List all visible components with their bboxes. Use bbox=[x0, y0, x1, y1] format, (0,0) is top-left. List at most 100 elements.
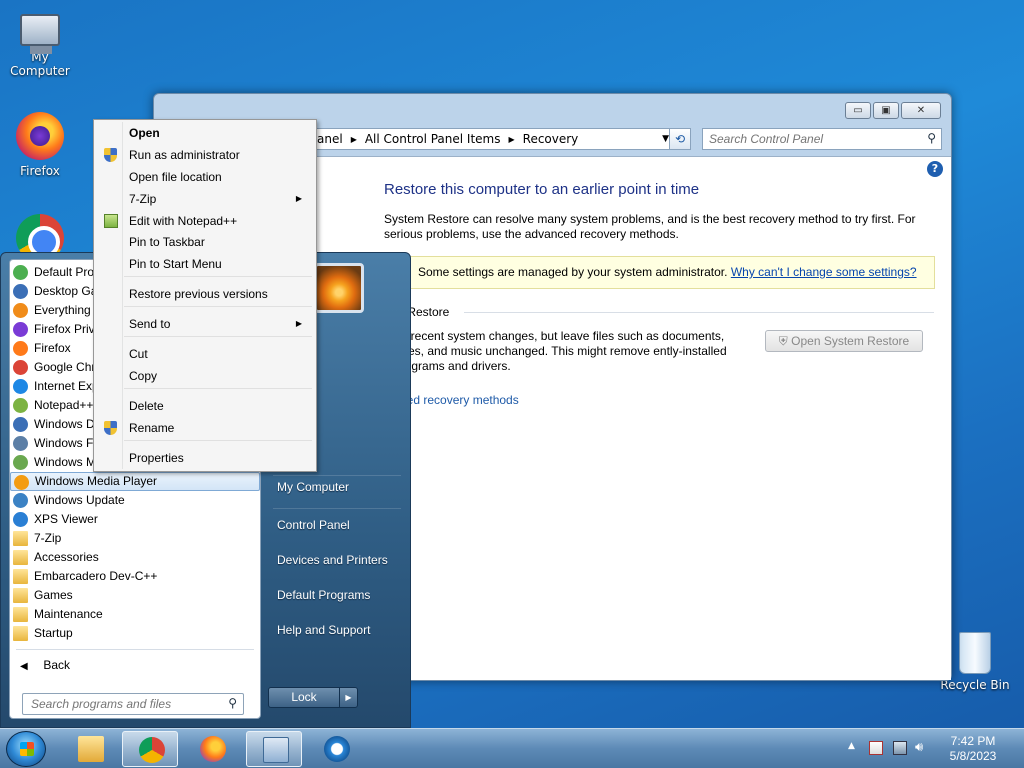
back-arrow-icon: ◀ bbox=[20, 661, 28, 672]
action-center-flag-icon[interactable] bbox=[869, 741, 883, 755]
start-links-divider bbox=[273, 508, 401, 509]
breadcrumb-item[interactable]: Recovery bbox=[523, 132, 579, 146]
start-links-divider bbox=[273, 475, 401, 476]
context-menu-item[interactable]: Open bbox=[96, 122, 314, 144]
context-menu-item[interactable]: Restore previous versions bbox=[96, 283, 314, 305]
context-menu-item[interactable]: Open file location bbox=[96, 166, 314, 188]
context-menu-label: Pin to Start Menu bbox=[129, 257, 222, 271]
clock-time: 7:42 PM bbox=[950, 734, 996, 748]
desktop-icon-label: My Computer bbox=[10, 50, 70, 78]
search-icon[interactable]: ⚲ bbox=[927, 131, 936, 145]
close-button[interactable]: ✕ bbox=[901, 102, 941, 119]
context-menu-label: Run as administrator bbox=[129, 148, 240, 162]
taskbar-chrome[interactable] bbox=[122, 731, 178, 767]
program-label: XPS Viewer bbox=[34, 512, 98, 526]
clock[interactable]: 7:42 PM 5/8/2023 bbox=[928, 734, 1018, 764]
program-item[interactable]: Windows Media Player bbox=[10, 472, 260, 491]
context-menu-item[interactable]: Copy bbox=[96, 365, 314, 387]
program-item[interactable]: 7-Zip bbox=[10, 529, 260, 548]
search-input[interactable] bbox=[703, 129, 913, 149]
context-menu-item[interactable]: Rename bbox=[96, 417, 314, 439]
start-link-my-computer[interactable]: My Computer bbox=[277, 480, 349, 494]
programs-divider bbox=[16, 649, 254, 650]
context-menu-separator bbox=[124, 440, 312, 441]
breadcrumb-item[interactable]: anel bbox=[317, 132, 343, 146]
context-menu-item[interactable]: 7-Zip ▶ bbox=[96, 188, 314, 210]
start-search-input[interactable] bbox=[23, 694, 213, 714]
program-label: Firefox Priva bbox=[34, 322, 102, 336]
context-menu-item[interactable]: Edit with Notepad++ bbox=[96, 210, 314, 232]
minimize-button[interactable]: ▭ bbox=[845, 102, 871, 119]
page-title: Restore this computer to an earlier poin… bbox=[384, 181, 700, 198]
program-item[interactable]: Windows Update bbox=[10, 491, 260, 510]
program-icon bbox=[13, 455, 28, 470]
show-hidden-icons-arrow-icon[interactable]: ▲ bbox=[848, 741, 855, 751]
breadcrumb-separator-icon[interactable]: ▶ bbox=[351, 135, 357, 144]
open-system-restore-button[interactable]: ⛨ Open System Restore bbox=[765, 330, 923, 352]
program-label: Maintenance bbox=[34, 607, 103, 621]
submenu-arrow-icon: ▶ bbox=[295, 194, 302, 203]
desktop-icon-firefox[interactable]: Firefox bbox=[0, 112, 80, 178]
taskbar: ▲ 🔊︎ 7:42 PM 5/8/2023 bbox=[0, 728, 1024, 768]
back-button[interactable]: ◀ Back bbox=[20, 658, 70, 672]
help-icon[interactable]: ? bbox=[927, 161, 943, 177]
user-picture[interactable] bbox=[314, 263, 364, 313]
context-menu-item[interactable]: Send to ▶ bbox=[96, 313, 314, 335]
program-label: Windows Fa bbox=[34, 436, 101, 450]
folder-icon bbox=[13, 626, 28, 641]
taskbar-firefox[interactable] bbox=[184, 731, 240, 767]
advanced-recovery-link[interactable]: nced recovery methods bbox=[394, 393, 519, 407]
context-menu-item[interactable]: Cut bbox=[96, 343, 314, 365]
program-item[interactable]: Embarcadero Dev-C++ bbox=[10, 567, 260, 586]
internet-explorer-icon bbox=[324, 736, 350, 762]
shutdown-options-arrow-icon[interactable]: ▶ bbox=[339, 687, 358, 708]
program-label: Firefox bbox=[34, 341, 71, 355]
search-control-panel[interactable]: ⚲ bbox=[702, 128, 942, 150]
program-icon bbox=[13, 284, 28, 299]
start-link-default-programs[interactable]: Default Programs bbox=[277, 588, 370, 602]
start-search-box[interactable]: ⚲ bbox=[22, 693, 244, 715]
context-menu-label: Rename bbox=[129, 421, 175, 435]
program-item[interactable]: Accessories bbox=[10, 548, 260, 567]
start-link-devices-printers[interactable]: Devices and Printers bbox=[277, 553, 388, 567]
program-label: Desktop Ga bbox=[34, 284, 98, 298]
context-menu-item[interactable]: Pin to Taskbar bbox=[96, 231, 314, 253]
taskbar-internet-explorer[interactable] bbox=[308, 731, 364, 767]
network-icon[interactable] bbox=[893, 741, 907, 755]
context-menu-item[interactable]: Pin to Start Menu bbox=[96, 253, 314, 275]
taskbar-control-panel[interactable] bbox=[246, 731, 302, 767]
maximize-button[interactable]: ▣ bbox=[873, 102, 899, 119]
program-label: Everything bbox=[34, 303, 91, 317]
context-menu-item[interactable]: Properties bbox=[96, 447, 314, 469]
admin-notice-link[interactable]: Why can't I change some settings? bbox=[731, 265, 917, 279]
program-item[interactable]: Startup bbox=[10, 624, 260, 643]
volume-icon[interactable]: 🔊︎ bbox=[915, 741, 929, 755]
program-icon bbox=[13, 379, 28, 394]
program-item[interactable]: XPS Viewer bbox=[10, 510, 260, 529]
program-label: 7-Zip bbox=[34, 531, 62, 545]
address-bar[interactable]: anel ▶ All Control Panel Items ▶ Recover… bbox=[304, 128, 676, 150]
taskbar-explorer[interactable] bbox=[62, 731, 118, 767]
admin-notice-bar: Some settings are managed by your system… bbox=[409, 256, 935, 289]
start-link-help-support[interactable]: Help and Support bbox=[277, 623, 370, 637]
window-controls: ▭ ▣ ✕ bbox=[845, 102, 941, 119]
context-menu-label: Copy bbox=[129, 369, 158, 383]
start-button[interactable] bbox=[6, 731, 46, 767]
breadcrumb-item[interactable]: All Control Panel Items bbox=[365, 132, 501, 146]
context-menu-item[interactable]: Run as administrator bbox=[96, 144, 314, 166]
firefox-icon bbox=[16, 112, 64, 160]
desktop-icon-my-computer[interactable]: My Computer bbox=[0, 8, 80, 78]
program-icon bbox=[13, 360, 28, 375]
program-icon bbox=[13, 303, 28, 318]
search-icon[interactable]: ⚲ bbox=[228, 696, 237, 710]
chevron-down-icon[interactable]: ▼ bbox=[662, 134, 669, 144]
program-item[interactable]: Games bbox=[10, 586, 260, 605]
start-link-control-panel[interactable]: Control Panel bbox=[277, 518, 350, 532]
program-item[interactable]: Maintenance bbox=[10, 605, 260, 624]
refresh-button[interactable]: ⟲ bbox=[669, 128, 691, 150]
breadcrumb-separator-icon[interactable]: ▶ bbox=[508, 135, 514, 144]
context-menu-label: Cut bbox=[129, 347, 148, 361]
context-menu-item[interactable]: Delete bbox=[96, 395, 314, 417]
lock-button[interactable]: Lock bbox=[268, 687, 340, 708]
notepad-plus-icon bbox=[104, 214, 118, 228]
